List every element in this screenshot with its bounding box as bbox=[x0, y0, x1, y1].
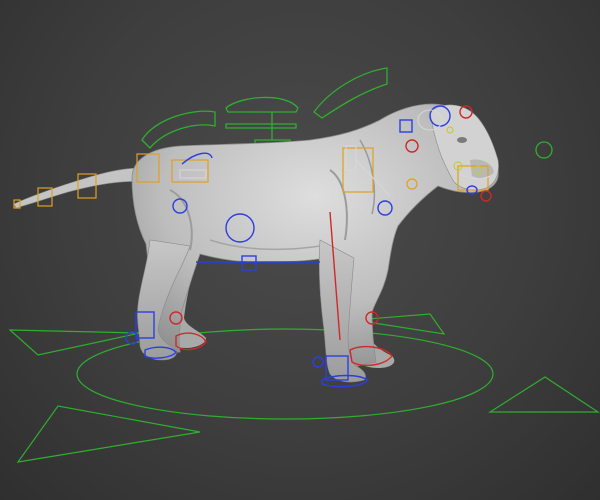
chest-arc-control[interactable] bbox=[225, 123, 297, 129]
jaw-control-right[interactable] bbox=[480, 190, 492, 202]
hip-arc-control[interactable] bbox=[141, 110, 216, 149]
ground-controls[interactable] bbox=[8, 313, 600, 463]
ground-arrow-front-left-control[interactable] bbox=[16, 405, 201, 463]
lioness-mesh bbox=[131, 103, 499, 383]
ground-arrow-front-right-control[interactable] bbox=[487, 376, 600, 413]
ground-arrow-left-control[interactable] bbox=[8, 329, 141, 356]
fore-heel-control-left[interactable] bbox=[312, 356, 324, 368]
neck-arc-control[interactable] bbox=[313, 67, 388, 119]
3d-viewport[interactable] bbox=[0, 0, 600, 500]
cog-half-circle-control[interactable] bbox=[225, 96, 299, 113]
main-root-circle-control[interactable] bbox=[76, 328, 494, 420]
eye-target-control[interactable] bbox=[535, 141, 553, 159]
